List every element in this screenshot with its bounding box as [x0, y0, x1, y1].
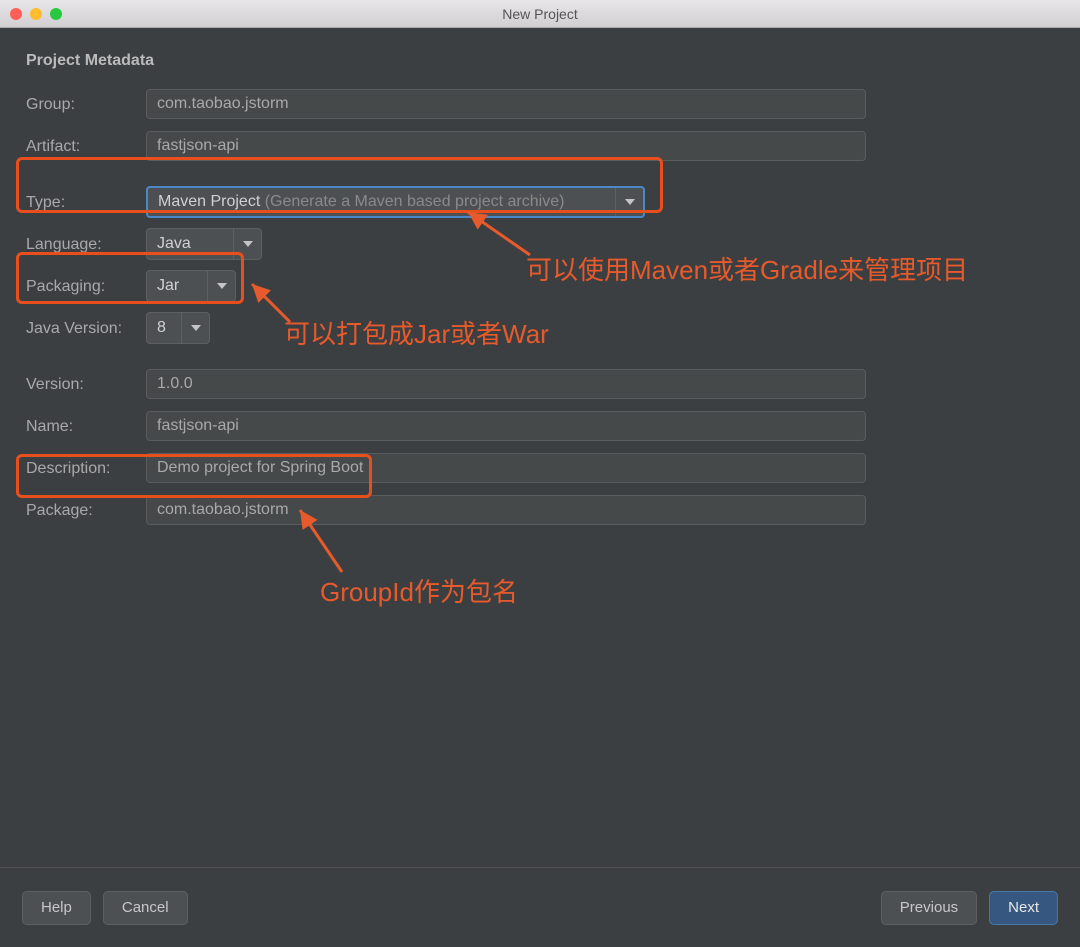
packaging-dropdown[interactable]: Jar — [146, 270, 236, 302]
cancel-button[interactable]: Cancel — [103, 891, 188, 925]
version-input[interactable] — [146, 369, 866, 399]
previous-button[interactable]: Previous — [881, 891, 977, 925]
minimize-window-button[interactable] — [30, 8, 42, 20]
label-group: Group: — [26, 94, 146, 114]
description-input[interactable] — [146, 453, 866, 483]
artifact-input[interactable] — [146, 131, 866, 161]
label-language: Language: — [26, 234, 146, 254]
group-input[interactable] — [146, 89, 866, 119]
titlebar: New Project — [0, 0, 1080, 28]
row-packaging: Packaging: Jar — [26, 266, 1054, 306]
window-title: New Project — [502, 6, 577, 22]
maximize-window-button[interactable] — [50, 8, 62, 20]
section-title: Project Metadata — [26, 52, 1054, 70]
label-description: Description: — [26, 458, 146, 478]
close-window-button[interactable] — [10, 8, 22, 20]
name-input[interactable] — [146, 411, 866, 441]
help-button[interactable]: Help — [22, 891, 91, 925]
annotation-groupid: GroupId作为包名 — [320, 572, 518, 609]
label-packaging: Packaging: — [26, 276, 146, 296]
row-version: Version: — [26, 364, 1054, 404]
row-description: Description: — [26, 448, 1054, 488]
chevron-down-icon — [233, 229, 261, 259]
row-type: Type: Maven Project (Generate a Maven ba… — [26, 182, 1054, 222]
label-package: Package: — [26, 500, 146, 520]
package-input[interactable] — [146, 495, 866, 525]
chevron-down-icon — [207, 271, 235, 301]
language-value: Java — [147, 235, 201, 253]
type-value: Maven Project — [158, 193, 260, 210]
language-dropdown[interactable]: Java — [146, 228, 262, 260]
row-artifact: Artifact: — [26, 126, 1054, 166]
next-button[interactable]: Next — [989, 891, 1058, 925]
java-version-value: 8 — [147, 319, 176, 337]
chevron-down-icon — [181, 313, 209, 343]
packaging-value: Jar — [147, 277, 189, 295]
row-java-version: Java Version: 8 — [26, 308, 1054, 348]
window-controls — [10, 8, 62, 20]
type-dropdown-text: Maven Project (Generate a Maven based pr… — [148, 193, 574, 211]
label-java-version: Java Version: — [26, 318, 146, 338]
chevron-down-icon — [615, 188, 643, 216]
row-language: Language: Java — [26, 224, 1054, 264]
label-artifact: Artifact: — [26, 136, 146, 156]
type-hint: (Generate a Maven based project archive) — [260, 193, 564, 210]
footer: Help Cancel Previous Next — [0, 867, 1080, 947]
java-version-dropdown[interactable]: 8 — [146, 312, 210, 344]
row-name: Name: — [26, 406, 1054, 446]
label-type: Type: — [26, 192, 146, 212]
row-group: Group: — [26, 84, 1054, 124]
row-package: Package: — [26, 490, 1054, 530]
content-area: Project Metadata Group: Artifact: Type: … — [0, 28, 1080, 530]
label-name: Name: — [26, 416, 146, 436]
label-version: Version: — [26, 374, 146, 394]
type-dropdown[interactable]: Maven Project (Generate a Maven based pr… — [146, 186, 645, 218]
